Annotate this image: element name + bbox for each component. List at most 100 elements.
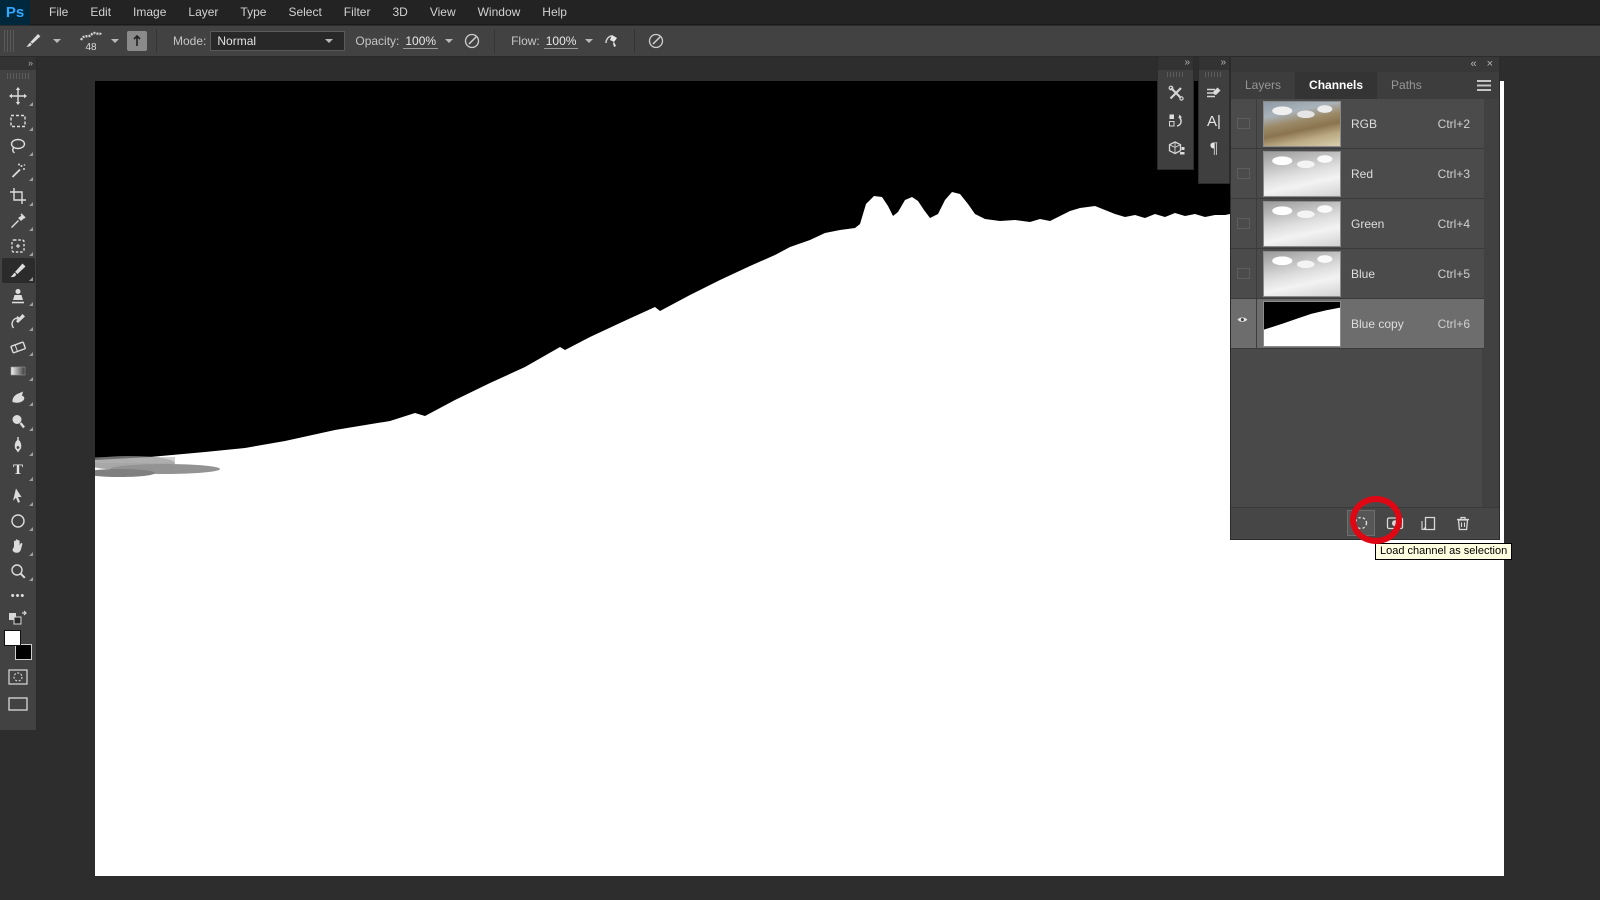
channel-thumbnail [1263,301,1341,347]
history-brush-tool[interactable] [2,308,35,333]
quick-mask-icon [7,667,29,687]
menu-3d[interactable]: 3D [381,0,418,25]
marquee-tool[interactable] [2,108,35,133]
eye-icon [1235,314,1252,334]
visibility-toggle[interactable] [1231,299,1257,348]
visibility-toggle[interactable] [1231,99,1257,148]
channel-row-green[interactable]: GreenCtrl+4 [1231,199,1484,249]
pressure-opacity-icon [463,31,483,51]
smoothing-pressure-button[interactable] [644,29,668,53]
tools-collapse-button[interactable]: » [0,57,36,70]
channel-row-blue[interactable]: BlueCtrl+5 [1231,249,1484,299]
tools-panel: » T ••• [0,57,37,730]
eyedropper-tool[interactable] [2,208,35,233]
load-selection-button[interactable] [1347,510,1375,536]
channel-row-rgb[interactable]: RGBCtrl+2 [1231,99,1484,149]
dodge-tool[interactable] [2,408,35,433]
menu-help[interactable]: Help [531,0,578,25]
foreground-background-colors[interactable] [3,630,33,660]
tool-preset-caret[interactable] [53,39,61,43]
brush-settings-panel-button[interactable] [1200,79,1228,107]
close-panel-icon[interactable]: × [1487,58,1493,71]
background-color-chip[interactable] [15,644,32,660]
visibility-toggle[interactable] [1231,199,1257,248]
foreground-color-chip[interactable] [4,630,21,646]
quick-mask-button[interactable] [2,664,35,689]
eye-empty-well [1237,118,1250,129]
panel-scroll-gutter [1482,99,1499,507]
panel-group-header: « × [1231,57,1499,72]
type-tool[interactable]: T [2,458,35,483]
lasso-tool[interactable] [2,133,35,158]
menu-view[interactable]: View [419,0,467,25]
opacity-pressure-button[interactable] [461,29,485,53]
channel-thumbnail [1263,251,1341,297]
photoshop-window: Ps FileEditImageLayerTypeSelectFilter3DV… [0,0,1600,900]
ellipse-tool[interactable] [2,508,35,533]
blend-mode-value: Normal [217,34,256,48]
menu-edit[interactable]: Edit [79,0,122,25]
character-panel-button[interactable]: A| [1200,107,1228,135]
menu-layer[interactable]: Layer [177,0,229,25]
delete-button[interactable] [1449,510,1477,536]
blend-mode-select[interactable]: Normal [210,31,345,51]
quick-selection-tool[interactable] [2,158,35,183]
menu-image[interactable]: Image [122,0,177,25]
tool-preset-picker[interactable] [21,29,45,53]
dock-expand-button[interactable]: » [1199,57,1229,70]
tool-presets-panel-button[interactable] [1162,79,1190,107]
brush-preset-picker[interactable]: 48 [76,30,106,52]
channel-shortcut: Ctrl+2 [1438,117,1470,131]
tab-channels[interactable]: Channels [1295,72,1377,99]
path-selection-tool[interactable] [2,483,35,508]
screen-mode-button[interactable] [2,691,35,716]
move-tool[interactable] [2,83,35,108]
collapse-panel-icon[interactable]: « [1470,58,1476,71]
visibility-toggle[interactable] [1231,249,1257,298]
new-channel-button[interactable] [1415,510,1443,536]
channel-thumbnail [1263,201,1341,247]
panel-toggle-icon [130,34,144,48]
channel-row-red[interactable]: RedCtrl+3 [1231,149,1484,199]
photoshop-logo: Ps [0,0,30,25]
opacity-caret[interactable] [445,39,453,43]
eraser-tool[interactable] [2,333,35,358]
menu-window[interactable]: Window [467,0,532,25]
paragraph-panel-button[interactable]: ¶ [1200,135,1228,163]
panel-menu-icon[interactable] [1477,80,1491,91]
channel-row-blue-copy[interactable]: Blue copyCtrl+6 [1231,299,1484,349]
channel-shortcut: Ctrl+4 [1438,217,1470,231]
crop-tool[interactable] [2,183,35,208]
flow-value[interactable]: 100% [544,34,579,49]
dock-expand-button[interactable]: » [1158,57,1193,70]
zoom-tool[interactable] [2,558,35,583]
pen-tool[interactable] [2,433,35,458]
tab-layers[interactable]: Layers [1231,72,1295,99]
menu-filter[interactable]: Filter [333,0,382,25]
3d-panel-button[interactable] [1162,135,1190,163]
flow-caret[interactable] [585,39,593,43]
history-panel-button[interactable] [1162,107,1190,135]
menu-type[interactable]: Type [229,0,277,25]
smudge-tool[interactable] [2,383,35,408]
hand-tool[interactable] [2,533,35,558]
airbrush-button[interactable] [601,29,625,53]
options-bar: 48 Mode: Normal Opacity: 100% Flow: 100% [0,26,1600,57]
more-tool[interactable]: ••• [2,583,35,608]
toggle-brush-panel-button[interactable] [127,31,147,51]
channel-shortcut: Ctrl+3 [1438,167,1470,181]
swap-colors-button[interactable] [2,608,35,628]
brush-preset-caret[interactable] [111,39,119,43]
tab-paths[interactable]: Paths [1377,72,1436,99]
healing-brush-tool[interactable] [2,233,35,258]
menu-bar: Ps FileEditImageLayerTypeSelectFilter3DV… [0,0,1600,25]
visibility-toggle[interactable] [1231,149,1257,198]
opacity-value[interactable]: 100% [403,34,438,49]
mode-label: Mode: [173,34,206,48]
brush-tool[interactable] [2,258,35,283]
save-mask-button[interactable] [1381,510,1409,536]
clone-stamp-tool[interactable] [2,283,35,308]
menu-select[interactable]: Select [277,0,332,25]
menu-file[interactable]: File [38,0,79,25]
gradient-tool[interactable] [2,358,35,383]
